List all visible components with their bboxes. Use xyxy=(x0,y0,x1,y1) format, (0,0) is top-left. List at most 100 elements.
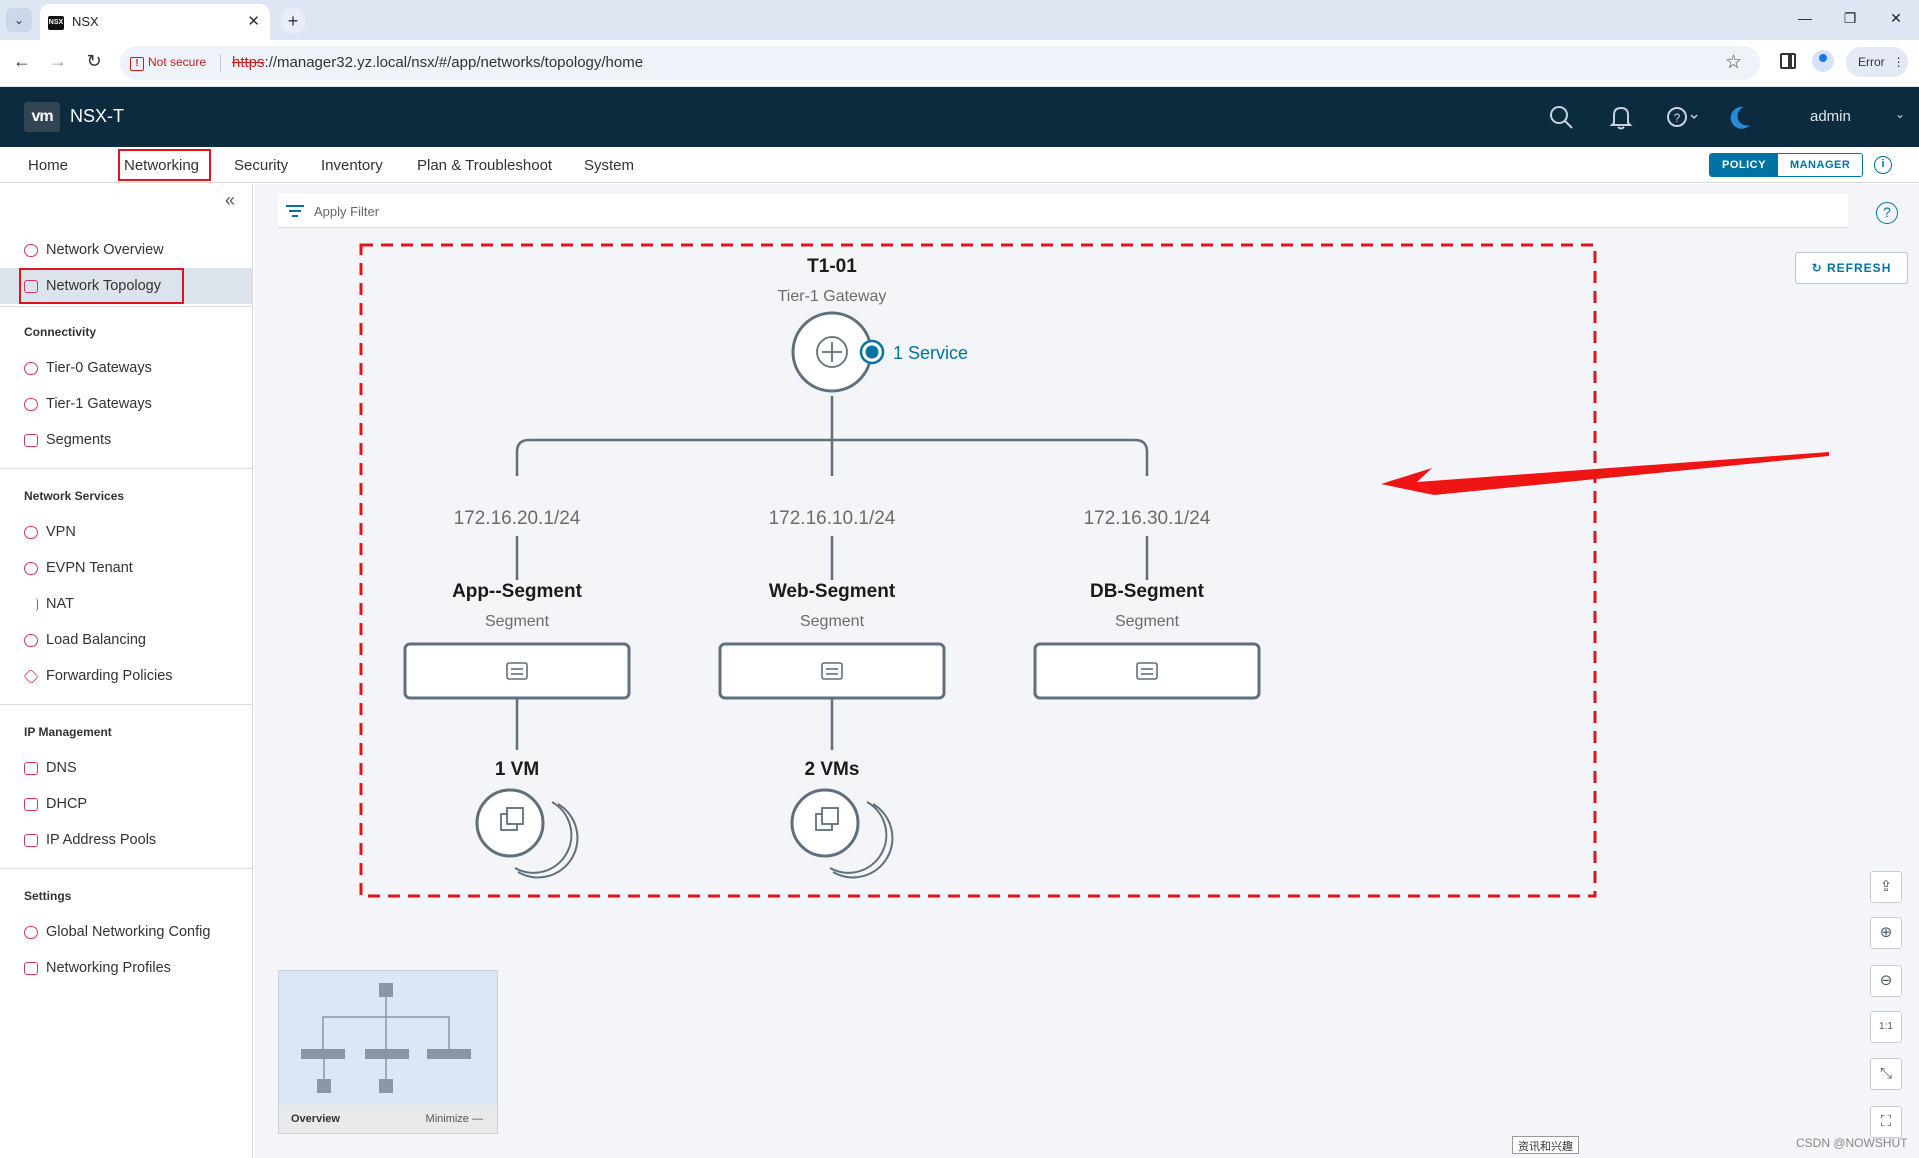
tab-search-button[interactable]: ⌄ xyxy=(6,8,32,32)
sidebar-item-label: Tier-1 Gateways xyxy=(46,396,152,412)
sidebar-item-evpn-tenant[interactable]: EVPN Tenant xyxy=(0,550,252,586)
close-window-icon[interactable]: ✕ xyxy=(1886,10,1906,27)
sidebar-item-nat[interactable]: NAT xyxy=(0,586,252,622)
browser-tab-strip: ⌄ NSX NSX ✕ + — ❐ ✕ xyxy=(0,0,1919,40)
sidebar-item-forwarding-policies[interactable]: Forwarding Policies xyxy=(0,658,252,694)
svg-text:?: ? xyxy=(1674,111,1681,125)
sidebar-item-vpn[interactable]: VPN xyxy=(0,514,252,550)
segment-name: Web-Segment xyxy=(769,581,896,602)
bookmark-star-icon[interactable]: ☆ xyxy=(1725,51,1742,74)
fit-to-screen-icon[interactable]: ⛶ xyxy=(1870,1106,1902,1138)
url-scheme: https xyxy=(232,54,265,71)
sidebar-item-network-overview[interactable]: Network Overview xyxy=(0,232,252,268)
segment-node-web: Web-Segment Segment xyxy=(718,581,946,700)
collapse-sidebar-icon[interactable]: « xyxy=(225,190,235,211)
info-icon[interactable]: i xyxy=(1874,156,1892,174)
sidebar-item-global-networking-config[interactable]: Global Networking Config xyxy=(0,914,252,950)
nav-security[interactable]: Security xyxy=(234,157,288,174)
url-text[interactable]: https://manager32.yz.local/nsx/#/app/net… xyxy=(232,54,643,71)
topology-canvas[interactable]: T1-01 Tier-1 Gateway 1 Service 172.16.20… xyxy=(254,184,1919,1158)
ip-pool-icon xyxy=(24,834,38,847)
sidebar-item-label: Network Overview xyxy=(46,242,164,258)
sidebar-item-label: NAT xyxy=(46,596,74,612)
minimap-diagram xyxy=(301,983,471,1093)
app-header: vm NSX-T ? admin ⌄ xyxy=(0,87,1919,147)
reload-icon[interactable]: ↻ xyxy=(82,51,106,72)
manager-mode-button[interactable]: MANAGER xyxy=(1777,154,1863,176)
export-icon[interactable]: ⇪ xyxy=(1870,871,1902,903)
actual-size-icon[interactable]: 1:1 xyxy=(1870,1011,1902,1043)
nav-plan-troubleshoot[interactable]: Plan & Troubleshoot xyxy=(417,157,552,174)
not-secure-label: Not secure xyxy=(148,55,207,69)
help-menu-icon[interactable]: ? xyxy=(1664,103,1704,131)
tier0-gateway-icon xyxy=(24,362,38,375)
sidebar-item-ip-address-pools[interactable]: IP Address Pools xyxy=(0,822,252,858)
search-icon[interactable] xyxy=(1547,103,1575,131)
vm-count: 1 VM xyxy=(495,759,539,780)
sidebar-item-label: Global Networking Config xyxy=(46,924,211,940)
user-menu[interactable]: admin xyxy=(1810,108,1851,125)
section-connectivity: Connectivity xyxy=(24,325,97,339)
forward-arrow-icon[interactable]: → xyxy=(46,51,70,72)
minimize-button[interactable]: Minimize — xyxy=(426,1113,483,1125)
url-path: ://manager32.yz.local/nsx/#/app/networks… xyxy=(264,54,644,71)
vm-group-node-app: 1 VM xyxy=(475,759,579,879)
sidebar-item-label: Forwarding Policies xyxy=(46,668,173,684)
segment-node-db: DB-Segment Segment xyxy=(1033,581,1261,700)
segment-type: Segment xyxy=(800,613,865,630)
forwarding-policy-icon xyxy=(23,668,39,685)
nav-inventory[interactable]: Inventory xyxy=(321,157,383,174)
sidebar: « Network Overview Network Topology Conn… xyxy=(0,184,253,1158)
sidebar-item-tier1-gateways[interactable]: Tier-1 Gateways xyxy=(0,386,252,422)
address-bar[interactable]: ! Not secure https://manager32.yz.local/n… xyxy=(120,46,1760,80)
zoom-out-icon[interactable]: ⊖ xyxy=(1870,965,1902,997)
load-balancer-icon xyxy=(24,634,38,647)
sidebar-item-dhcp[interactable]: DHCP xyxy=(0,786,252,822)
sidebar-item-load-balancing[interactable]: Load Balancing xyxy=(0,622,252,658)
not-secure-indicator[interactable]: ! Not secure xyxy=(130,55,206,71)
vpn-icon xyxy=(24,526,38,539)
gateway-services-link: 1 Service xyxy=(893,343,968,363)
overview-minimap[interactable]: Overview Minimize — xyxy=(278,970,498,1134)
sidebar-divider xyxy=(0,868,252,869)
chevron-down-icon[interactable]: ⌄ xyxy=(1895,107,1905,121)
network-topology-highlight-box xyxy=(19,268,184,304)
segment-box xyxy=(1033,642,1261,700)
sidebar-item-segments[interactable]: Segments xyxy=(0,422,252,458)
browser-tab[interactable]: NSX NSX ✕ xyxy=(40,4,270,40)
side-panel-icon[interactable] xyxy=(1780,53,1796,69)
segment-type: Segment xyxy=(1115,613,1180,630)
notifications-bell-icon[interactable] xyxy=(1607,103,1635,131)
profile-avatar-icon[interactable] xyxy=(1812,50,1834,72)
nav-home[interactable]: Home xyxy=(28,157,68,174)
top-navigation: Home Networking Security Inventory Plan … xyxy=(0,147,1919,183)
zoom-in-icon[interactable]: ⊕ xyxy=(1870,917,1902,949)
collapse-view-icon[interactable]: ⤡ xyxy=(1870,1058,1902,1090)
more-menu-icon[interactable]: ⋮ xyxy=(1893,55,1905,69)
restore-window-icon[interactable]: ❐ xyxy=(1840,10,1860,27)
segment-type: Segment xyxy=(485,613,550,630)
new-tab-button[interactable]: + xyxy=(280,8,306,34)
dns-server-icon xyxy=(24,762,38,775)
profile-error-button[interactable]: Error ⋮ xyxy=(1846,47,1908,77)
back-arrow-icon[interactable]: ← xyxy=(10,51,34,72)
sidebar-item-networking-profiles[interactable]: Networking Profiles xyxy=(0,950,252,986)
gateway-name: T1-01 xyxy=(807,256,857,277)
close-tab-icon[interactable]: ✕ xyxy=(247,12,260,30)
tier1-gateway-node: T1-01 Tier-1 Gateway 1 Service xyxy=(778,256,968,393)
dhcp-server-icon xyxy=(24,798,38,811)
minimize-window-icon[interactable]: — xyxy=(1795,10,1815,26)
nat-arrow-icon xyxy=(24,598,38,611)
nav-system[interactable]: System xyxy=(584,157,634,174)
sidebar-item-dns[interactable]: DNS xyxy=(0,750,252,786)
profile-doc-icon xyxy=(24,962,38,975)
sidebar-item-label: VPN xyxy=(46,524,76,540)
warning-icon: ! xyxy=(130,57,144,71)
dark-mode-moon-icon[interactable] xyxy=(1726,103,1754,131)
tab-title: NSX xyxy=(72,14,99,29)
tier1-gateway-icon xyxy=(24,398,38,411)
policy-mode-button[interactable]: POLICY xyxy=(1710,154,1778,176)
annotation-arrow xyxy=(1381,452,1829,495)
evpn-tenant-icon xyxy=(24,562,38,575)
sidebar-item-tier0-gateways[interactable]: Tier-0 Gateways xyxy=(0,350,252,386)
